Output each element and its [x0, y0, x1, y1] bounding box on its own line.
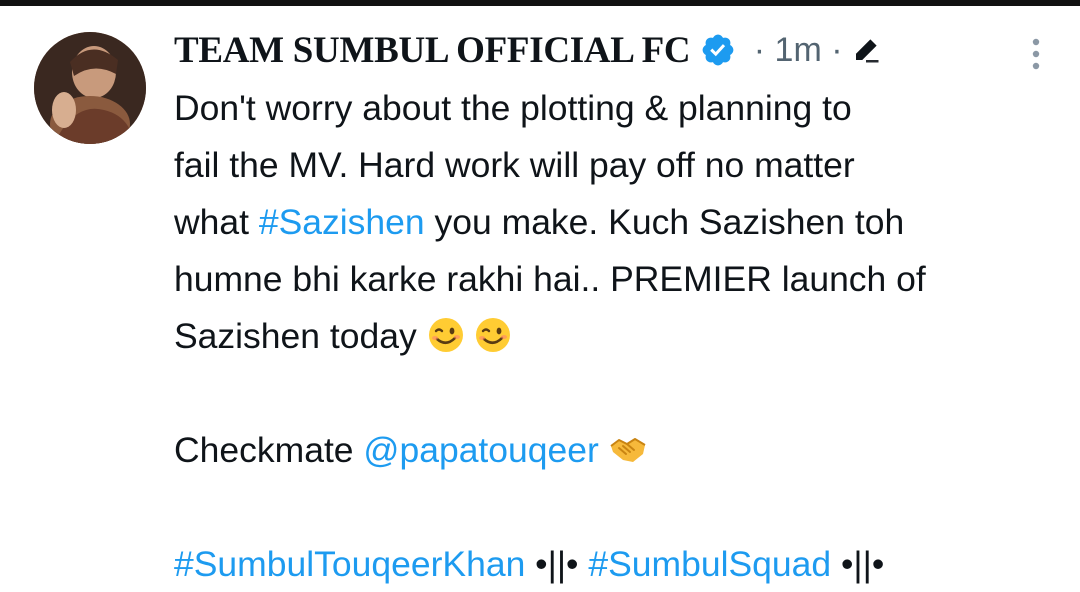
tweet-line: Sazishen today — [174, 308, 1054, 365]
winking-face-emoji — [474, 316, 512, 354]
hashtag-link[interactable]: #SumbulSquad — [588, 544, 831, 584]
tweet-line: fail the MV. Hard work will pay off no m… — [174, 137, 1054, 194]
hashtag-link[interactable]: #Sazishen — [259, 202, 425, 242]
handshake-emoji — [609, 430, 647, 468]
author-name[interactable]: TEAM SUMBUL OFFICIAL FC — [174, 29, 691, 72]
edit-separator: · — [831, 30, 843, 69]
time-separator: · — [753, 30, 766, 69]
tweet-text-segment: fail the MV. Hard work will pay off no m… — [174, 145, 855, 185]
tweet-text-segment: what — [174, 202, 259, 242]
mention-link[interactable]: @papatouqeer — [363, 430, 598, 470]
tweet-text-segment: Don't worry about the plotting & plannin… — [174, 88, 852, 128]
tweet-text-segment: Sazishen today — [174, 316, 427, 356]
tweet-text-segment: humne bhi karke rakhi hai.. PREMIER laun… — [174, 259, 926, 299]
verified-badge-icon[interactable] — [700, 32, 736, 68]
tweet-text-segment: you make. Kuch Sazishen toh — [424, 202, 905, 242]
tweet-line: humne bhi karke rakhi hai.. PREMIER laun… — [174, 251, 1054, 308]
timestamp[interactable]: 1m — [775, 31, 822, 70]
edit-pencil-icon[interactable] — [851, 35, 881, 65]
more-vertical-icon[interactable] — [1026, 36, 1046, 76]
avatar-photo — [34, 32, 146, 144]
hashtag-divider: •||• — [525, 544, 589, 584]
tweet-line: Don't worry about the plotting & plannin… — [174, 80, 1054, 137]
winking-face-emoji — [427, 316, 465, 354]
tweet-line: #SumbulTouqeerKhan •||• #SumbulSquad •||… — [174, 536, 1054, 592]
tweet-header: TEAM SUMBUL OFFICIAL FC · 1m · — [174, 22, 881, 78]
tweet-line: Checkmate @papatouqeer — [174, 422, 1054, 479]
tweet-text: Don't worry about the plotting & plannin… — [174, 80, 1054, 592]
avatar[interactable] — [34, 32, 146, 144]
hashtag-divider: •||• — [831, 544, 885, 584]
top-border — [0, 0, 1080, 6]
tweet-text-segment: Checkmate — [174, 430, 364, 470]
tweet-line: what #Sazishen you make. Kuch Sazishen t… — [174, 194, 1054, 251]
hashtag-link[interactable]: #SumbulTouqeerKhan — [174, 544, 525, 584]
